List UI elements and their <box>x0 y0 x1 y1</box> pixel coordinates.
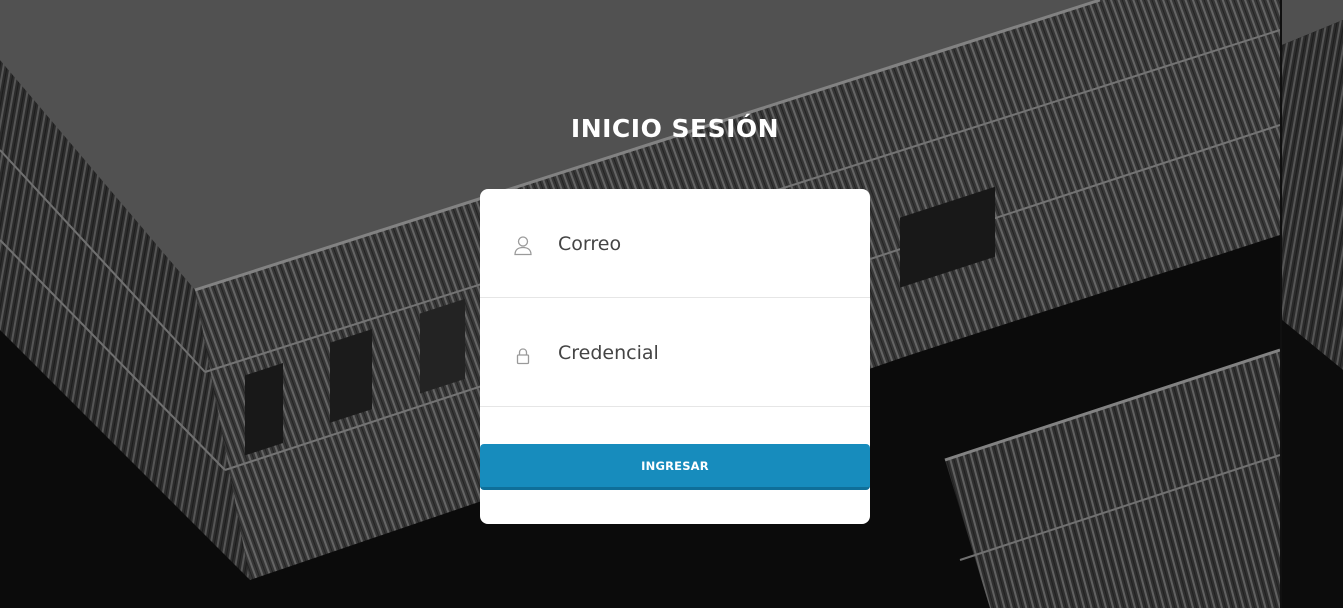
lock-icon <box>513 347 533 369</box>
user-icon <box>513 235 533 257</box>
email-field-row <box>480 189 870 298</box>
password-input[interactable] <box>558 338 838 368</box>
login-card: INGRESAR <box>480 189 870 524</box>
email-input[interactable] <box>558 229 838 259</box>
page-title: INICIO SESIÓN <box>570 114 780 143</box>
login-submit-button[interactable]: INGRESAR <box>480 444 870 490</box>
password-field-row <box>480 298 870 407</box>
